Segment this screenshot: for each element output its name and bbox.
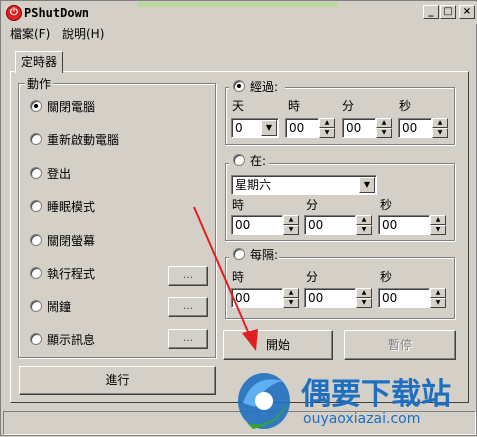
watermark-brand: 偶要下载站 [301, 377, 451, 412]
main-window: ⏻ PShutDown _ □ × 檔案(F) 說明(H) 定時器 動作 關閉電… [0, 0, 477, 436]
spin-down-icon[interactable]: ▼ [283, 225, 299, 235]
label-elapsed: 經過: [250, 80, 279, 94]
minimize-button[interactable]: _ [423, 5, 439, 19]
spin-up-icon[interactable]: ▲ [283, 215, 299, 225]
label-monitor-off: 關閉螢幕 [47, 234, 96, 248]
annotation-arrow [193, 206, 258, 351]
radio-at[interactable] [233, 154, 245, 166]
label-alarm: 鬧鐘 [47, 300, 72, 314]
title-bar[interactable]: ⏻ PShutDown _ □ × [2, 2, 477, 24]
spin-up-icon[interactable]: ▲ [430, 288, 446, 298]
every-minute-field[interactable]: 00 [304, 288, 356, 308]
spin-up-icon[interactable]: ▲ [356, 288, 372, 298]
at-hour-spinner[interactable]: ▲ ▼ [283, 215, 299, 235]
radio-alarm[interactable] [30, 300, 42, 312]
spin-up-icon[interactable]: ▲ [376, 118, 392, 128]
spin-up-icon[interactable]: ▲ [319, 118, 335, 128]
radio-logoff[interactable] [30, 167, 42, 179]
pause-button[interactable]: 暫停 [344, 330, 456, 360]
elapsed-second-field[interactable]: 00 [398, 118, 432, 138]
watermark-logo-icon [238, 373, 290, 429]
label-at-second: 秒 [380, 198, 393, 212]
spin-up-icon[interactable]: ▲ [356, 215, 372, 225]
spin-down-icon[interactable]: ▼ [356, 298, 372, 308]
actions-legend: 動作 [25, 75, 54, 92]
at-minute-field[interactable]: 00 [304, 215, 356, 235]
label-elapsed-day: 天 [232, 99, 245, 113]
spin-down-icon[interactable]: ▼ [432, 128, 448, 138]
radio-sleep[interactable] [30, 200, 42, 212]
arrow-head [242, 329, 258, 351]
radio-elapsed[interactable] [233, 80, 245, 92]
menu-bar: 檔案(F) 說明(H) [2, 23, 477, 43]
spin-up-icon[interactable]: ▲ [432, 118, 448, 128]
radio-show-message[interactable] [30, 333, 42, 345]
close-button[interactable]: × [459, 5, 475, 19]
spin-up-icon[interactable]: ▲ [430, 215, 446, 225]
at-second-spinner[interactable]: ▲ ▼ [430, 215, 446, 235]
maximize-button[interactable]: □ [440, 5, 456, 19]
label-elapsed-second: 秒 [399, 99, 412, 113]
spin-down-icon[interactable]: ▼ [430, 298, 446, 308]
label-restart: 重新啟動電腦 [47, 133, 120, 147]
watermark-url: ouyaoxiazai.com [303, 411, 421, 427]
tab-timer[interactable]: 定時器 [15, 51, 63, 73]
every-minute-spinner[interactable]: ▲ ▼ [356, 288, 372, 308]
elapsed-minute-field[interactable]: 00 [342, 118, 376, 138]
every-second-spinner[interactable]: ▲ ▼ [430, 288, 446, 308]
every-hour-spinner[interactable]: ▲ ▼ [283, 288, 299, 308]
chevron-down-icon[interactable]: ▼ [261, 120, 277, 136]
spin-down-icon[interactable]: ▼ [376, 128, 392, 138]
elapsed-hour-field[interactable]: 00 [285, 118, 319, 138]
label-logoff: 登出 [47, 167, 72, 181]
elapsed-minute-spinner[interactable]: ▲ ▼ [376, 118, 392, 138]
every-second-field[interactable]: 00 [378, 288, 430, 308]
weekday-select[interactable]: 星期六 [231, 175, 377, 195]
at-second-field[interactable]: 00 [378, 215, 430, 235]
label-elapsed-minute: 分 [342, 99, 355, 113]
window-title: PShutDown [24, 6, 90, 20]
menu-file[interactable]: 檔案(F) [10, 25, 50, 42]
spin-down-icon[interactable]: ▼ [430, 225, 446, 235]
spin-down-icon[interactable]: ▼ [283, 298, 299, 308]
elapsed-second-spinner[interactable]: ▲ ▼ [432, 118, 448, 138]
menu-help[interactable]: 說明(H) [62, 25, 104, 42]
label-shutdown: 關閉電腦 [47, 100, 96, 114]
chevron-down-icon[interactable]: ▼ [359, 177, 375, 193]
spin-down-icon[interactable]: ▼ [319, 128, 335, 138]
spin-down-icon[interactable]: ▼ [356, 225, 372, 235]
run-button[interactable]: 進行 [19, 366, 216, 395]
arrow-line [193, 206, 253, 342]
label-elapsed-hour: 時 [288, 99, 301, 113]
radio-restart[interactable] [30, 133, 42, 145]
radio-run-program[interactable] [30, 267, 42, 279]
spin-up-icon[interactable]: ▲ [283, 288, 299, 298]
watermark: 偶要下载站 ouyaoxiazai.com [231, 357, 476, 437]
label-show-message: 顯示訊息 [47, 333, 96, 347]
radio-monitor-off[interactable] [30, 234, 42, 246]
label-every-minute: 分 [306, 270, 319, 284]
label-every-second: 秒 [380, 270, 393, 284]
elapsed-hour-spinner[interactable]: ▲ ▼ [319, 118, 335, 138]
power-icon: ⏻ [6, 5, 22, 21]
at-minute-spinner[interactable]: ▲ ▼ [356, 215, 372, 235]
label-sleep: 睡眠模式 [47, 200, 96, 214]
label-at-minute: 分 [306, 198, 319, 212]
title-bar-highlight [137, 2, 337, 7]
label-run-program: 執行程式 [47, 267, 96, 281]
radio-shutdown[interactable] [30, 100, 42, 112]
label-at: 在: [250, 154, 267, 168]
